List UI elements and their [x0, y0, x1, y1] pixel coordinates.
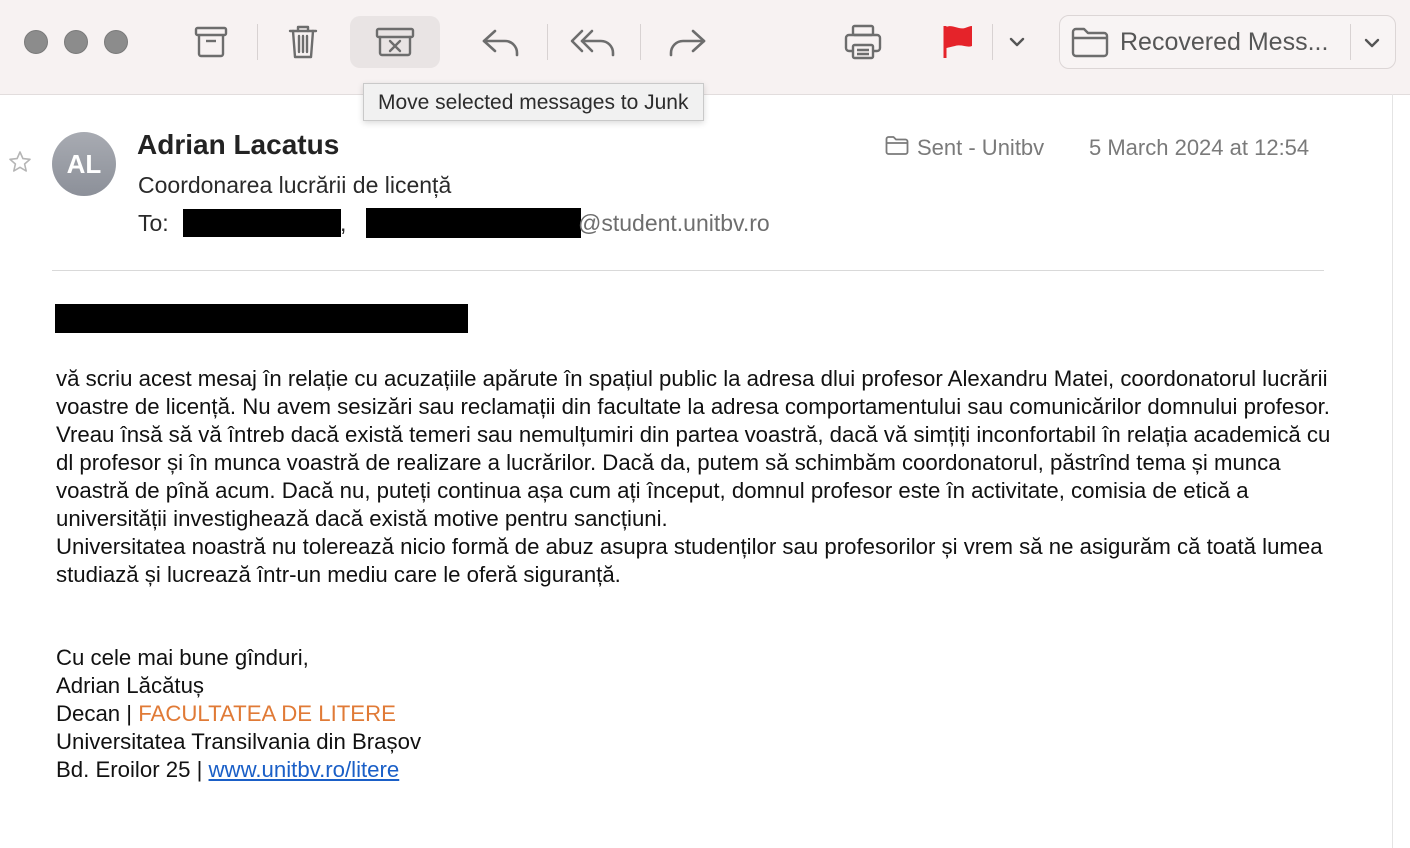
redacted-recipient: [366, 208, 581, 238]
toolbar-divider: [547, 24, 548, 60]
trash-button[interactable]: [272, 16, 334, 68]
chevron-down-icon: [1009, 36, 1025, 48]
recipients-row: To: ,: [138, 210, 346, 237]
signature-role: Decan |: [56, 701, 139, 726]
folder-icon: [885, 135, 909, 161]
mailbox-label: Recovered Mess...: [1120, 28, 1329, 56]
signature: Cu cele mai bune gînduri, Adrian Lăcătuș…: [56, 644, 421, 784]
reply-button[interactable]: [468, 16, 534, 68]
signature-name: Adrian Lăcătuș: [56, 673, 205, 698]
toolbar-divider: [1350, 24, 1351, 60]
scrollbar-track[interactable]: [1392, 94, 1393, 848]
recipient-domain[interactable]: @student.unitbv.ro: [578, 210, 770, 237]
folder-icon: [1071, 26, 1109, 63]
toolbar-divider: [257, 24, 258, 60]
signature-address-line: Bd. Eroilor 25 | www.unitbv.ro/litere: [56, 756, 421, 784]
tooltip: Move selected messages to Junk: [363, 83, 704, 121]
message-body: vă scriu acest mesaj în relație cu acuza…: [56, 365, 1346, 589]
mailbox-location: Sent - Unitbv: [885, 135, 1044, 161]
reply-all-icon: [569, 27, 617, 57]
message-date: 5 March 2024 at 12:54: [1089, 135, 1310, 160]
star-icon[interactable]: [8, 150, 32, 179]
signature-address: Bd. Eroilor 25 |: [56, 757, 209, 782]
signature-university: Universitatea Transilvania din Brașov: [56, 729, 422, 754]
sender-name[interactable]: Adrian Lacatus: [137, 129, 339, 161]
redacted-greeting: [55, 304, 468, 333]
flag-button[interactable]: [928, 16, 988, 68]
flag-icon: [941, 24, 975, 60]
reply-icon: [481, 27, 521, 57]
toolbar-divider: [992, 24, 993, 60]
redacted-recipient: [183, 209, 341, 237]
archive-button[interactable]: [180, 16, 242, 68]
junk-button[interactable]: [350, 16, 440, 68]
flag-menu-button[interactable]: [1002, 16, 1032, 68]
print-icon: [844, 24, 882, 60]
toolbar: Recovered Mess...: [0, 0, 1410, 95]
archive-icon: [194, 26, 228, 58]
body-paragraph: vă scriu acest mesaj în relație cu acuza…: [56, 366, 1330, 419]
trash-icon: [288, 24, 318, 60]
subject: Coordonarea lucrării de licență: [138, 172, 452, 198]
toolbar-divider: [640, 24, 641, 60]
body-paragraph: Universitatea noastră nu tolerează nicio…: [56, 534, 1323, 587]
website-link[interactable]: www.unitbv.ro/litere: [209, 757, 400, 782]
print-button[interactable]: [832, 16, 894, 68]
reply-all-button[interactable]: [560, 16, 626, 68]
chevron-down-icon[interactable]: [1364, 36, 1380, 54]
window-close-button[interactable]: [24, 30, 48, 54]
move-to-mailbox-button[interactable]: Recovered Mess...: [1059, 15, 1396, 69]
forward-button[interactable]: [654, 16, 720, 68]
forward-icon: [667, 27, 707, 57]
to-label: To:: [138, 210, 169, 236]
avatar: AL: [52, 132, 116, 196]
signature-closing: Cu cele mai bune gînduri,: [56, 645, 309, 670]
signature-faculty: FACULTATEA DE LITERE: [138, 701, 396, 726]
mailbox-name: Sent - Unitbv: [917, 135, 1045, 160]
body-paragraph: Vreau însă să vă întreb dacă există teme…: [56, 422, 1331, 531]
window-zoom-button[interactable]: [104, 30, 128, 54]
header-divider: [52, 270, 1324, 271]
junk-icon: [375, 27, 415, 57]
window-minimize-button[interactable]: [64, 30, 88, 54]
signature-role-line: Decan | FACULTATEA DE LITERE: [56, 700, 421, 728]
